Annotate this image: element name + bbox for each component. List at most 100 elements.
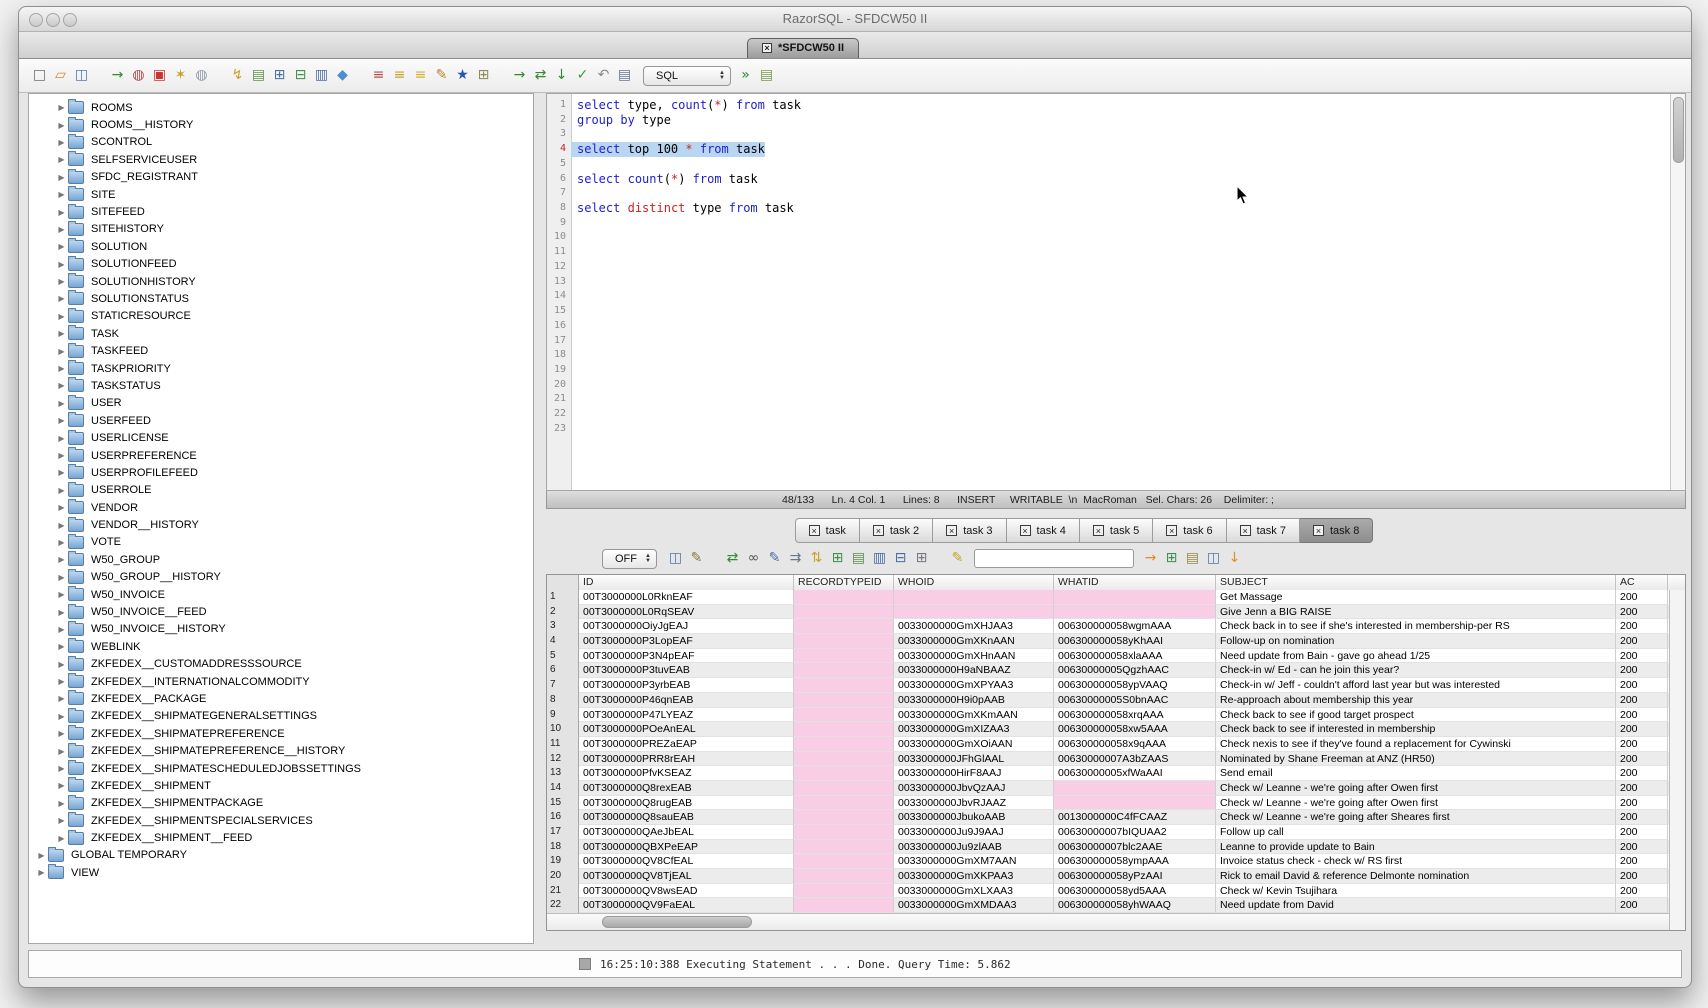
expand-triangle-icon[interactable]: ▶ <box>55 294 68 303</box>
table-row[interactable]: 300T3000000OiyJgEAJ0033000000GmXHJAA3006… <box>547 619 1670 634</box>
table-cell[interactable]: 00T3000000P3LopEAF <box>579 634 794 649</box>
column-header[interactable]: AC <box>1616 575 1668 590</box>
table-cell[interactable]: 006300000058ypVAAQ <box>1054 678 1216 693</box>
column-header[interactable]: ID <box>579 575 794 590</box>
result-tab[interactable]: ×task 8 <box>1300 518 1373 543</box>
table-copy-icon[interactable]: ⊞ <box>913 550 930 567</box>
tree-item[interactable]: ▶SELFSERVICEUSER <box>29 151 533 168</box>
close-tab-icon[interactable]: × <box>1020 525 1031 536</box>
table-cell[interactable]: 200 <box>1616 605 1668 620</box>
tree-item[interactable]: ▶ZKFEDEX__INTERNATIONALCOMMODITY <box>29 673 533 690</box>
table-cell[interactable]: 0033000000GmXM7AAN <box>894 854 1054 869</box>
key-pencil-icon[interactable]: ✎ <box>949 550 966 567</box>
tree-item[interactable]: ▶ZKFEDEX__SHIPMATESCHEDULEDJOBSSETTINGS <box>29 760 533 777</box>
table-cell[interactable]: 006300000058yd5AAA <box>1054 884 1216 899</box>
table-cell[interactable]: 200 <box>1616 796 1668 811</box>
table-row[interactable]: 900T3000000P47LYEAZ0033000000GmXKmAAN006… <box>547 708 1670 723</box>
expand-triangle-icon[interactable]: ▶ <box>55 625 68 634</box>
rollback-undo-icon[interactable]: ↶ <box>595 67 612 84</box>
row-number-cell[interactable]: 9 <box>547 708 579 723</box>
expand-triangle-icon[interactable]: ▶ <box>55 747 68 756</box>
table-cell[interactable]: 006300000058ympAAA <box>1054 854 1216 869</box>
pencil-filter-icon[interactable]: ✎ <box>688 550 705 567</box>
tree-item[interactable]: ▶ZKFEDEX__SHIPMENTSPECIALSERVICES <box>29 812 533 829</box>
table-cell[interactable]: 00T3000000P3N4pEAF <box>579 649 794 664</box>
result-tab[interactable]: ×task 4 <box>1007 518 1080 543</box>
tree-item[interactable]: ▶VENDOR <box>29 499 533 516</box>
quotes-run-icon[interactable]: » <box>737 67 754 84</box>
results-filter-select[interactable]: OFF ▲▼ <box>602 549 657 569</box>
tree-item[interactable]: ▶W50_GROUP <box>29 551 533 568</box>
expand-triangle-icon[interactable]: ▶ <box>55 468 68 477</box>
table-row[interactable]: 2000T3000000QV8TjEAL0033000000GmXKPAA300… <box>547 869 1670 884</box>
notebook-icon[interactable]: ▥ <box>313 67 330 84</box>
table-cell[interactable]: 200 <box>1616 590 1668 605</box>
new-document-icon[interactable]: □ <box>31 67 48 84</box>
table-cell[interactable]: 00T3000000L0RknEAF <box>579 590 794 605</box>
tree-item[interactable]: ▶ZKFEDEX__SHIPMATEPREFERENCE <box>29 725 533 742</box>
table-cell[interactable]: Check w/ Leanne - we're going after Owen… <box>1216 796 1616 811</box>
table-cell[interactable]: 00T3000000PREZaEAP <box>579 737 794 752</box>
tree-item[interactable]: ▶STATICRESOURCE <box>29 308 533 325</box>
table-star-icon[interactable]: ⊞ <box>475 67 492 84</box>
tree-item[interactable]: ▶SCONTROL <box>29 134 533 151</box>
expand-triangle-icon[interactable]: ▶ <box>55 694 68 703</box>
table-cell[interactable]: 0033000000GmXHnAAN <box>894 649 1054 664</box>
sql-editor[interactable]: 1select type, count(*) from task2group b… <box>546 93 1686 491</box>
connect-database-icon[interactable]: → <box>109 67 126 84</box>
tree-item[interactable]: ▶TASK <box>29 325 533 342</box>
table-cell[interactable]: Need update from Bain - gave go ahead 1/… <box>1216 649 1616 664</box>
table-cell[interactable] <box>794 840 894 855</box>
table-refresh-icon[interactable]: ⊟ <box>292 67 309 84</box>
table-refresh-small-icon[interactable]: ⊞ <box>829 550 846 567</box>
table-cell[interactable]: 00T3000000L0RqSEAV <box>579 605 794 620</box>
table-cell[interactable]: Check back in to see if she's interested… <box>1216 619 1616 634</box>
table-cell[interactable]: 0033000000JbvQzAAJ <box>894 781 1054 796</box>
expand-triangle-icon[interactable]: ▶ <box>55 434 68 443</box>
table-cell[interactable]: 0033000000HirF8AAJ <box>894 766 1054 781</box>
table-cell[interactable] <box>794 825 894 840</box>
close-tab-icon[interactable]: × <box>1166 525 1177 536</box>
table-row[interactable]: 400T3000000P3LopEAF0033000000GmXKnAAN006… <box>547 634 1670 649</box>
row-number-cell[interactable]: 10 <box>547 722 579 737</box>
tree-item[interactable]: ▶ROOMS <box>29 99 533 116</box>
table-cell[interactable] <box>794 722 894 737</box>
close-tab-icon[interactable]: × <box>873 525 884 536</box>
table-cell[interactable] <box>794 884 894 899</box>
table-cell[interactable] <box>794 810 894 825</box>
table-cell[interactable]: Need update from David <box>1216 898 1616 913</box>
table-cell[interactable]: 00T3000000Q8rexEAB <box>579 781 794 796</box>
expand-triangle-icon[interactable]: ▶ <box>55 555 68 564</box>
table-cell[interactable]: Follow-up on nomination <box>1216 634 1616 649</box>
copy-icon[interactable]: ⊟ <box>892 550 909 567</box>
table-cell[interactable] <box>794 898 894 913</box>
table-cell[interactable]: Check back to see if interested in membe… <box>1216 722 1616 737</box>
expand-triangle-icon[interactable]: ▶ <box>55 347 68 356</box>
expand-triangle-icon[interactable]: ▶ <box>55 451 68 460</box>
expand-triangle-icon[interactable]: ▶ <box>55 121 68 130</box>
table-row[interactable]: 1200T3000000PRR8rEAH0033000000JFhGlAAL00… <box>547 752 1670 767</box>
expand-triangle-icon[interactable]: ▶ <box>55 677 68 686</box>
close-tab-icon[interactable]: × <box>1093 525 1104 536</box>
table-edit-icon[interactable]: ⊞ <box>1163 550 1180 567</box>
table-cell[interactable]: 0033000000GmXPYAA3 <box>894 678 1054 693</box>
document-view-icon[interactable]: ▥ <box>871 550 888 567</box>
table-cell[interactable] <box>794 634 894 649</box>
table-cell[interactable]: 200 <box>1616 854 1668 869</box>
table-cell[interactable] <box>794 869 894 884</box>
expand-triangle-icon[interactable]: ▶ <box>55 155 68 164</box>
tree-item[interactable]: ▶SITE <box>29 186 533 203</box>
tree-item[interactable]: ▶VENDOR__HISTORY <box>29 516 533 533</box>
table-cell[interactable]: Leanne to provide update to Bain <box>1216 840 1616 855</box>
table-cell[interactable]: 0033000000Ju9J9AAJ <box>894 825 1054 840</box>
row-number-cell[interactable]: 11 <box>547 737 579 752</box>
table-cell[interactable]: 00T3000000POeAnEAL <box>579 722 794 737</box>
table-row[interactable]: 1000T3000000POeAnEAL0033000000GmXIZAA300… <box>547 722 1670 737</box>
expand-triangle-icon[interactable]: ▶ <box>55 660 68 669</box>
table-cell[interactable]: 200 <box>1616 708 1668 723</box>
row-number-cell[interactable]: 4 <box>547 634 579 649</box>
tree-item[interactable]: ▶SITEFEED <box>29 203 533 220</box>
row-number-cell[interactable]: 18 <box>547 840 579 855</box>
expand-triangle-icon[interactable]: ▶ <box>55 573 68 582</box>
table-cell[interactable]: 006300000058x9qAAA <box>1054 737 1216 752</box>
